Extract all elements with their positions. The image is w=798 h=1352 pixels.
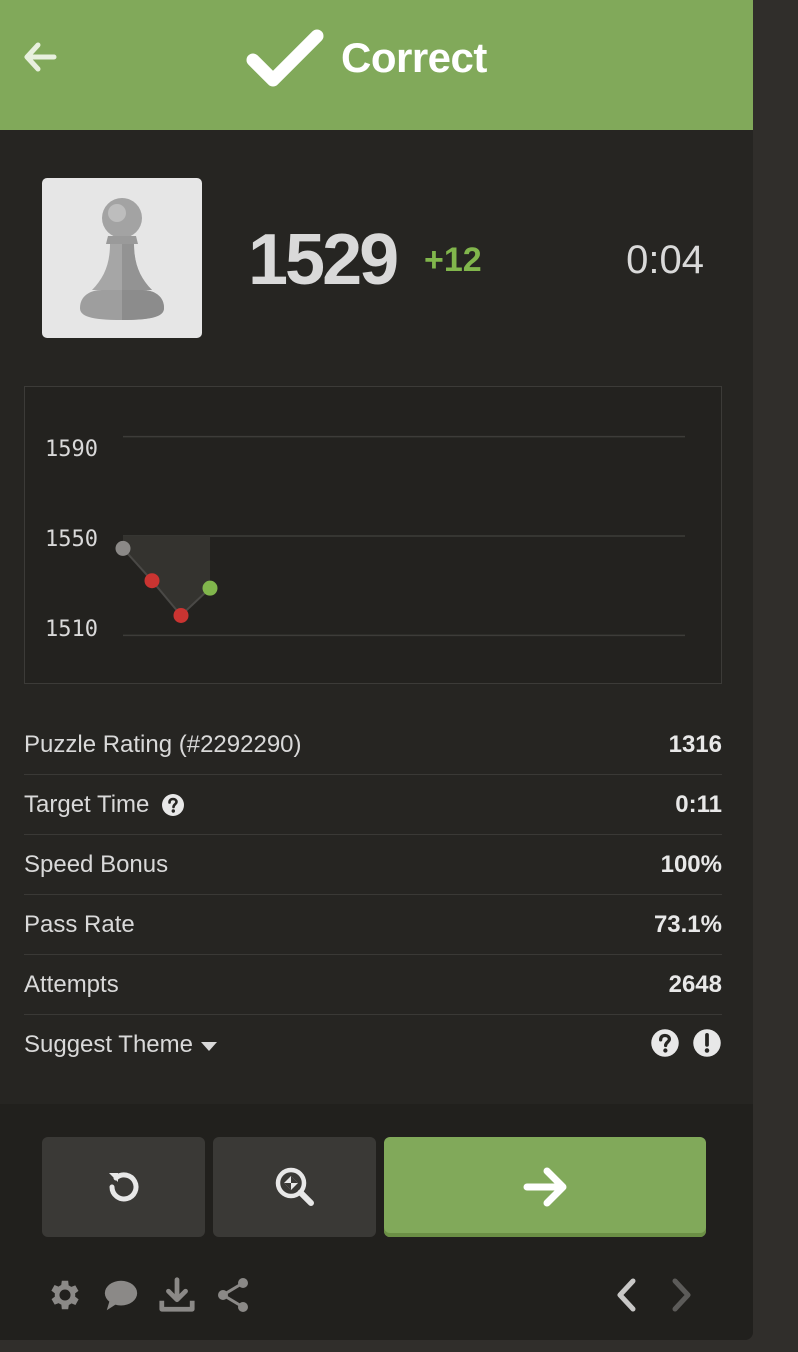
stat-value: 0:11 [675,790,722,818]
back-button[interactable] [20,35,60,79]
download-icon [159,1277,195,1312]
arrow-left-icon [24,42,57,72]
chat-button[interactable] [102,1276,140,1314]
player-rating: 1529 [248,220,399,300]
rating-point [202,580,218,596]
rating-graph: 1590 1550 1510 [24,386,722,684]
stat-row-pass-rate: Pass Rate 73.1% [24,895,722,955]
stat-value: 1316 [668,730,722,758]
stat-row-target-time: Target Time 0:11 [24,775,722,835]
puzzle-navigation [608,1276,700,1314]
bottom-toolbar [46,1276,252,1314]
arrow-right-icon [523,1167,567,1207]
pawn-icon [80,198,164,320]
stat-label: Pass Rate [24,910,135,938]
theme-actions [650,1028,722,1063]
stat-label: Attempts [24,970,119,998]
download-button[interactable] [158,1276,196,1314]
result-title: Correct [245,28,487,88]
stat-row-attempts: Attempts 2648 [24,955,722,1015]
analysis-icon [275,1167,314,1206]
stat-value: 73.1% [653,910,722,938]
rating-change: +12 [424,241,482,279]
previous-button[interactable] [608,1276,646,1314]
stat-label: Speed Bonus [24,850,169,878]
rating-chart-svg [115,435,685,637]
puzzle-stats: Puzzle Rating (#2292290) 1316 Target Tim… [24,715,722,1075]
rating-area [123,536,210,616]
solve-timer: 0:04 [626,238,704,282]
checkmark-icon [246,29,324,87]
caret-down-icon [201,1041,217,1051]
avatar [42,178,202,338]
rating-point [173,607,189,623]
chevron-left-icon [617,1278,636,1312]
help-icon[interactable] [650,1028,680,1063]
stat-row-speed-bonus: Speed Bonus 100% [24,835,722,895]
y-tick-label: 1510 [45,617,98,642]
stat-row-puzzle-rating: Puzzle Rating (#2292290) 1316 [24,715,722,775]
suggest-theme-dropdown[interactable]: Suggest Theme [24,1031,217,1059]
stat-value: 100% [660,850,722,878]
result-title-text: Correct [341,34,487,81]
retry-button[interactable] [42,1137,205,1237]
rating-point [144,573,160,589]
y-tick-label: 1590 [45,437,98,462]
chevron-right-icon [672,1278,691,1312]
stat-label: Target Time [24,790,150,818]
share-icon [218,1278,248,1312]
chat-icon [104,1280,138,1311]
share-button[interactable] [214,1276,252,1314]
puzzle-result-panel: Correct 1529 +12 0:04 1590 1550 1510 Puz… [0,0,753,1340]
y-tick-label: 1550 [45,527,98,552]
settings-button[interactable] [46,1276,84,1314]
result-header: Correct [0,0,753,130]
next-puzzle-button[interactable] [384,1137,706,1237]
stat-label: Puzzle Rating (#2292290) [24,730,302,758]
stat-row-suggest-theme: Suggest Theme [24,1015,722,1075]
gear-icon [51,1280,79,1310]
retry-icon [108,1172,138,1202]
help-icon[interactable] [161,793,185,817]
next-button[interactable] [662,1276,700,1314]
stat-label-wrap: Target Time [24,791,185,819]
report-icon[interactable] [692,1028,722,1063]
stat-value: 2648 [668,970,722,998]
suggest-theme-label: Suggest Theme [24,1031,193,1058]
rating-point [115,540,131,556]
analysis-button[interactable] [213,1137,376,1237]
action-footer [0,1104,753,1340]
